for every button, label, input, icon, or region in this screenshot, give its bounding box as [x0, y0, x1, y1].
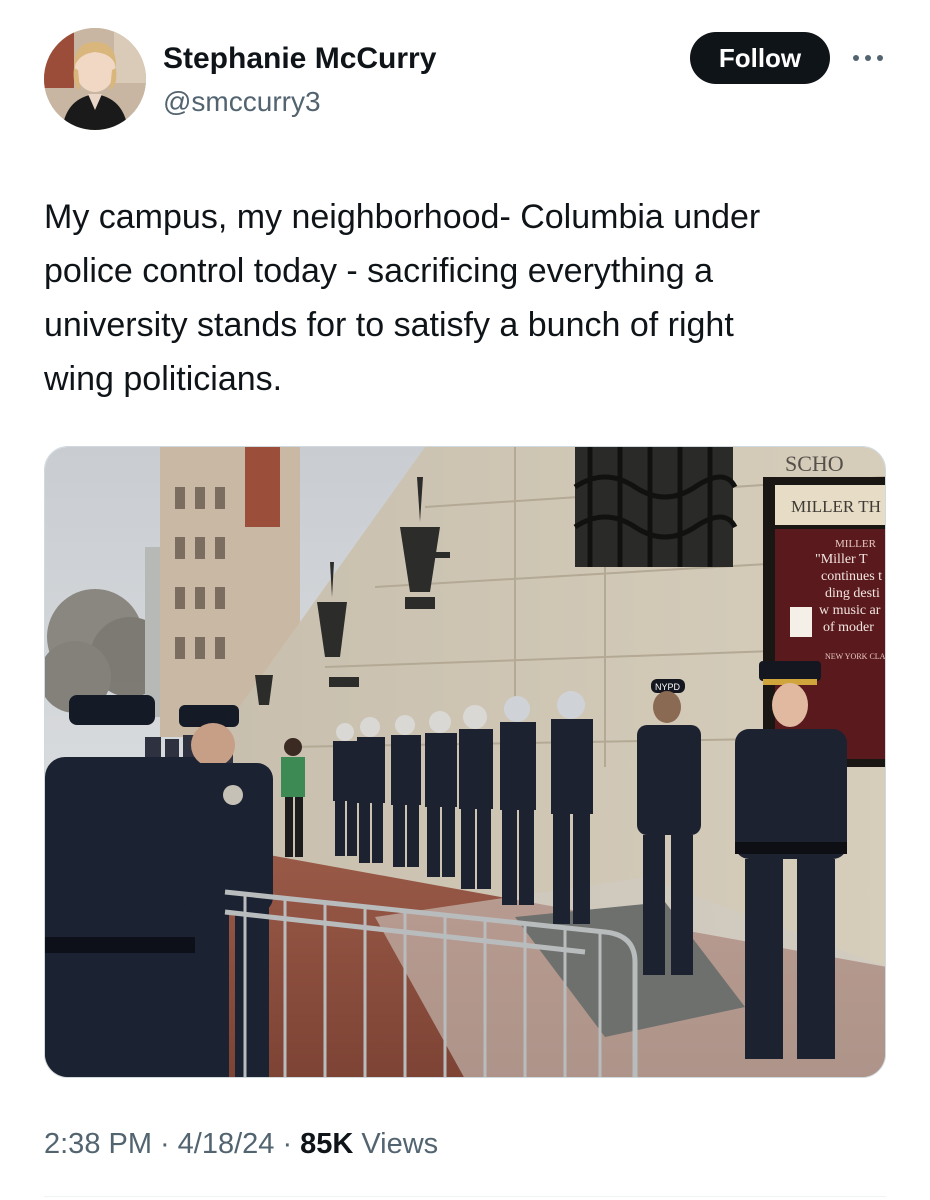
tweet-text: My campus, my neighborhood- Columbia und… [44, 190, 894, 406]
tweet-text-line: wing politicians. [44, 360, 283, 398]
poster-sign-text: MILLER TH [791, 497, 881, 516]
tweet-header: Stephanie McCurry @smccurry3 Follow [0, 0, 930, 150]
follow-button[interactable]: Follow [690, 32, 830, 84]
tweet-text-line: My campus, my neighborhood- Columbia und… [44, 198, 761, 236]
poster-title-text: MILLER [835, 538, 877, 550]
tweet-photo[interactable]: SCHO MILLER TH MILLER "Miller T continue… [44, 446, 886, 1078]
divider [44, 1196, 886, 1197]
views-label: Views [361, 1128, 439, 1160]
tweet-meta: 2:38 PM · 4/18/24 · 85K Views [44, 1128, 438, 1161]
tweet-time[interactable]: 2:38 PM [44, 1128, 152, 1161]
author-name[interactable]: Stephanie McCurry [163, 42, 436, 76]
tweet-date[interactable]: 4/18/24 [178, 1128, 275, 1161]
poster-line: ding desti [825, 586, 880, 601]
views-count: 85K [300, 1128, 354, 1160]
tweet-text-line: university stands for to satisfy a bunch… [44, 306, 734, 344]
police-line-photo: SCHO MILLER TH MILLER "Miller T continue… [45, 447, 886, 1077]
poster-line: continues t [821, 569, 882, 584]
meta-separator: · [282, 1128, 293, 1160]
barred-window [573, 447, 738, 567]
poster-line: "Miller T [815, 552, 868, 567]
poster-line: of moder [823, 620, 874, 635]
tweet-text-line: police control today - sacrificing every… [44, 252, 713, 290]
avatar[interactable] [44, 28, 146, 130]
meta-separator: · [160, 1128, 170, 1160]
author-handle[interactable]: @smccurry3 [163, 86, 321, 118]
sign-top-text: SCHO [785, 451, 844, 476]
cap-badge-text: NYPD [655, 682, 681, 692]
poster-line: w music ar [819, 603, 881, 618]
more-options-icon[interactable] [848, 46, 888, 70]
poster-footer-text: NEW YORK CLAS [825, 652, 886, 661]
